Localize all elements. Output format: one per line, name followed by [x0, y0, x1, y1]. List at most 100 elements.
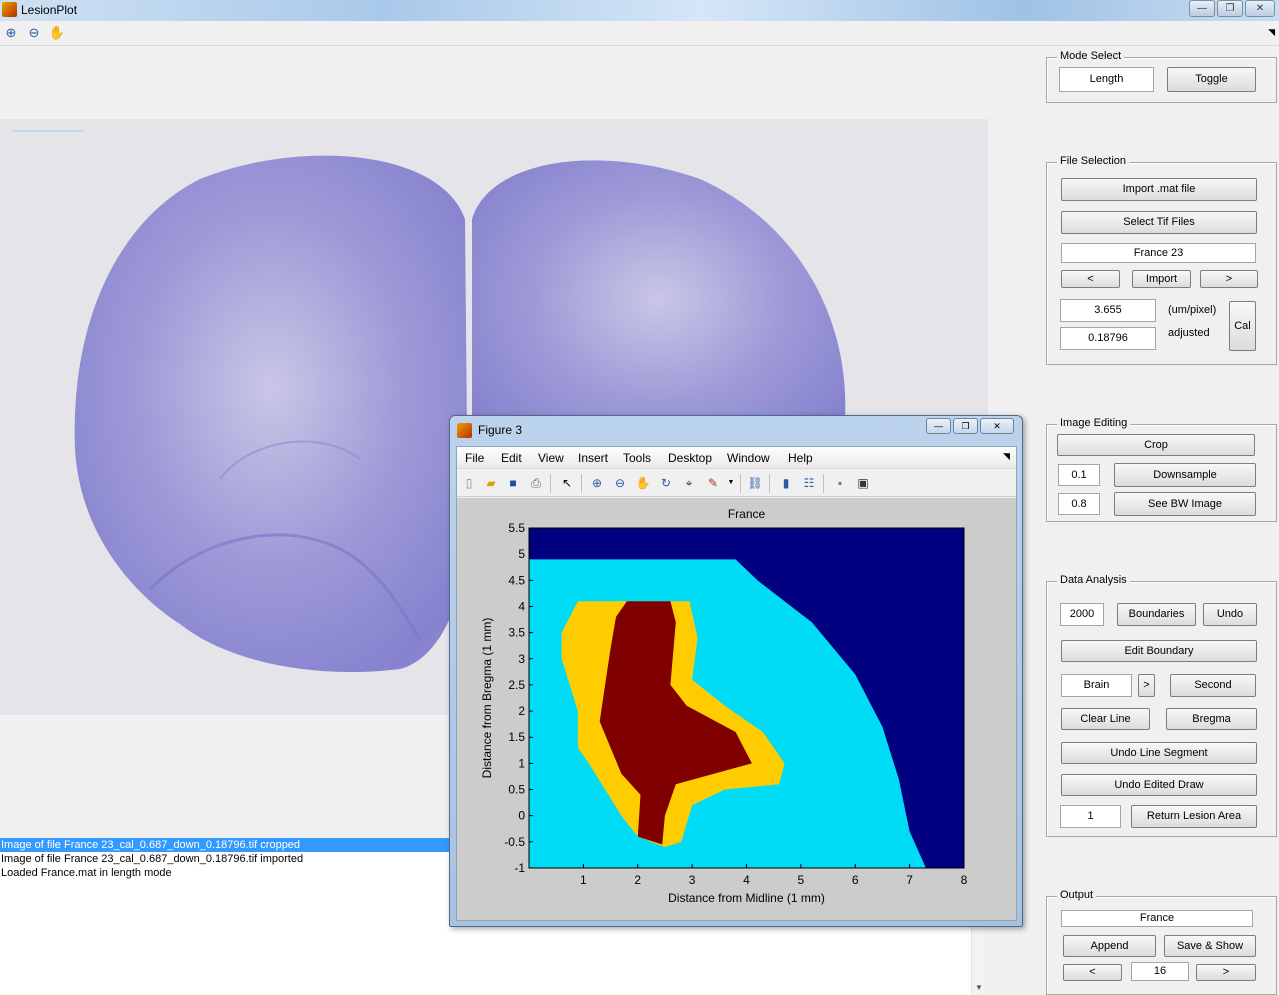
matlab-logo-icon [457, 423, 472, 438]
menu-edit[interactable]: Edit [501, 451, 522, 465]
boundaries-button[interactable]: Boundaries [1117, 603, 1196, 626]
zoom-out-icon[interactable]: ⊖ [25, 24, 43, 42]
data-cursor-icon[interactable]: ⌖ [680, 474, 698, 492]
menu-help[interactable]: Help [788, 451, 813, 465]
panel-title: Data Analysis [1057, 574, 1130, 586]
menu-view[interactable]: View [538, 451, 564, 465]
zoom-out-icon[interactable]: ⊖ [611, 474, 629, 492]
see-bw-image-button[interactable]: See BW Image [1114, 492, 1256, 516]
maximize-icon[interactable]: ❐ [953, 418, 978, 434]
edit-boundary-button[interactable]: Edit Boundary [1061, 640, 1257, 662]
figure-window[interactable]: Figure 3 — ❐ ✕ File Edit View Insert Too… [449, 415, 1023, 927]
y-tick-label: 5 [518, 547, 525, 561]
downsample-button[interactable]: Downsample [1114, 463, 1256, 487]
second-button[interactable]: Second [1170, 674, 1256, 697]
new-figure-icon[interactable]: ▯ [460, 474, 478, 492]
toggle-button[interactable]: Toggle [1167, 67, 1256, 92]
scroll-down-icon[interactable]: ▼ [975, 983, 983, 992]
bw-threshold-field[interactable]: 0.8 [1058, 493, 1100, 515]
open-file-icon[interactable]: ▰ [482, 474, 500, 492]
show-plot-tools-icon[interactable]: ▣ [854, 474, 872, 492]
pan-hand-icon[interactable]: ✋ [48, 24, 66, 42]
legend-icon[interactable]: ☷ [800, 474, 818, 492]
link-plot-icon[interactable]: ⛓ [746, 474, 764, 492]
y-tick-label: 1.5 [508, 730, 525, 744]
hide-plot-tools-icon[interactable]: ▪ [831, 474, 849, 492]
menu-window[interactable]: Window [727, 451, 770, 465]
zoom-in-icon[interactable]: ⊕ [588, 474, 606, 492]
zoom-in-icon[interactable]: ⊕ [2, 24, 20, 42]
x-tick-label: 1 [580, 873, 587, 887]
output-panel: Output France Append Save & Show < 16 > [1046, 889, 1277, 995]
brush-dropdown-icon[interactable]: ▼ [722, 474, 740, 492]
undo-edited-draw-button[interactable]: Undo Edited Draw [1061, 774, 1257, 796]
import-button[interactable]: Import [1132, 270, 1191, 288]
edit-plot-arrow-icon[interactable]: ↖ [558, 474, 576, 492]
x-tick-label: 3 [689, 873, 696, 887]
pan-hand-icon[interactable]: ✋ [634, 474, 652, 492]
y-axis-label: Distance from Bregma (1 mm) [480, 618, 494, 779]
menu-insert[interactable]: Insert [578, 451, 608, 465]
region-field[interactable]: Brain [1061, 674, 1132, 697]
panel-title: File Selection [1057, 155, 1130, 167]
output-prev-button[interactable]: < [1063, 964, 1122, 981]
crop-button[interactable]: Crop [1057, 434, 1255, 456]
figure-client-area: File Edit View Insert Tools Desktop Wind… [456, 446, 1017, 921]
panel-title: Mode Select [1057, 50, 1125, 62]
close-icon[interactable]: ✕ [980, 418, 1014, 434]
menu-tools[interactable]: Tools [623, 451, 651, 465]
menu-desktop[interactable]: Desktop [668, 451, 712, 465]
minimize-icon[interactable]: — [1189, 0, 1215, 17]
colorbar-icon[interactable]: ▮ [777, 474, 795, 492]
y-tick-label: 0.5 [508, 783, 525, 797]
adjusted-field[interactable]: 0.18796 [1060, 327, 1156, 350]
select-tif-button[interactable]: Select Tif Files [1061, 211, 1257, 234]
scale-field[interactable]: 3.655 [1060, 299, 1156, 322]
undo-line-segment-button[interactable]: Undo Line Segment [1061, 742, 1257, 764]
save-icon[interactable]: ■ [504, 474, 522, 492]
close-icon[interactable]: ✕ [1245, 0, 1275, 17]
clear-line-button[interactable]: Clear Line [1061, 708, 1150, 730]
figure-menubar: File Edit View Insert Tools Desktop Wind… [457, 447, 1016, 469]
minimize-icon[interactable]: — [926, 418, 951, 434]
y-tick-label: 4 [518, 599, 525, 613]
y-tick-label: 0 [518, 809, 525, 823]
file-name-field[interactable]: France 23 [1061, 243, 1256, 263]
maximize-icon[interactable]: ❐ [1217, 0, 1243, 17]
y-tick-label: 3.5 [508, 626, 525, 640]
y-tick-label: -0.5 [504, 835, 525, 849]
mode-field[interactable]: Length [1059, 67, 1154, 92]
append-button[interactable]: Append [1063, 935, 1156, 957]
main-toolbar: ⊕ ⊖ ✋ ◥ [0, 21, 1279, 46]
downsample-field[interactable]: 0.1 [1058, 464, 1100, 486]
next-file-button[interactable]: > [1200, 270, 1258, 288]
menu-file[interactable]: File [465, 451, 484, 465]
save-show-button[interactable]: Save & Show [1164, 935, 1256, 957]
y-tick-label: 1 [518, 756, 525, 770]
lesion-index-field[interactable]: 1 [1060, 805, 1121, 828]
y-tick-label: 2 [518, 704, 525, 718]
region-next-button[interactable]: > [1138, 674, 1155, 697]
rotate-3d-icon[interactable]: ↻ [657, 474, 675, 492]
mode-select-panel: Mode Select Length Toggle [1046, 50, 1277, 103]
chart-title: France [728, 507, 766, 521]
figure-title: Figure 3 [478, 423, 523, 437]
output-index-field[interactable]: 16 [1131, 962, 1189, 981]
undo-button[interactable]: Undo [1203, 603, 1257, 626]
figure-toolbar: ▯ ▰ ■ ⎙ ↖ ⊕ ⊖ ✋ ↻ ⌖ ✎ ▼ ⛓ ▮ ☷ ▪ ▣ [457, 470, 1016, 497]
prev-file-button[interactable]: < [1061, 270, 1120, 288]
brush-icon[interactable]: ✎ [704, 474, 722, 492]
return-lesion-area-button[interactable]: Return Lesion Area [1131, 805, 1257, 828]
y-tick-label: -1 [514, 861, 525, 875]
bregma-button[interactable]: Bregma [1166, 708, 1257, 730]
boundary-threshold-field[interactable]: 2000 [1060, 603, 1104, 626]
menubar-dock-arrow-icon[interactable]: ◥ [1003, 451, 1010, 462]
x-tick-label: 7 [906, 873, 913, 887]
cal-button[interactable]: Cal [1229, 301, 1256, 351]
output-next-button[interactable]: > [1196, 964, 1256, 981]
output-name-field[interactable]: France [1061, 910, 1253, 927]
import-mat-button[interactable]: Import .mat file [1061, 178, 1257, 201]
print-icon[interactable]: ⎙ [527, 474, 545, 492]
toolbar-dock-arrow-icon[interactable]: ◥ [1268, 27, 1275, 38]
x-tick-label: 4 [743, 873, 750, 887]
